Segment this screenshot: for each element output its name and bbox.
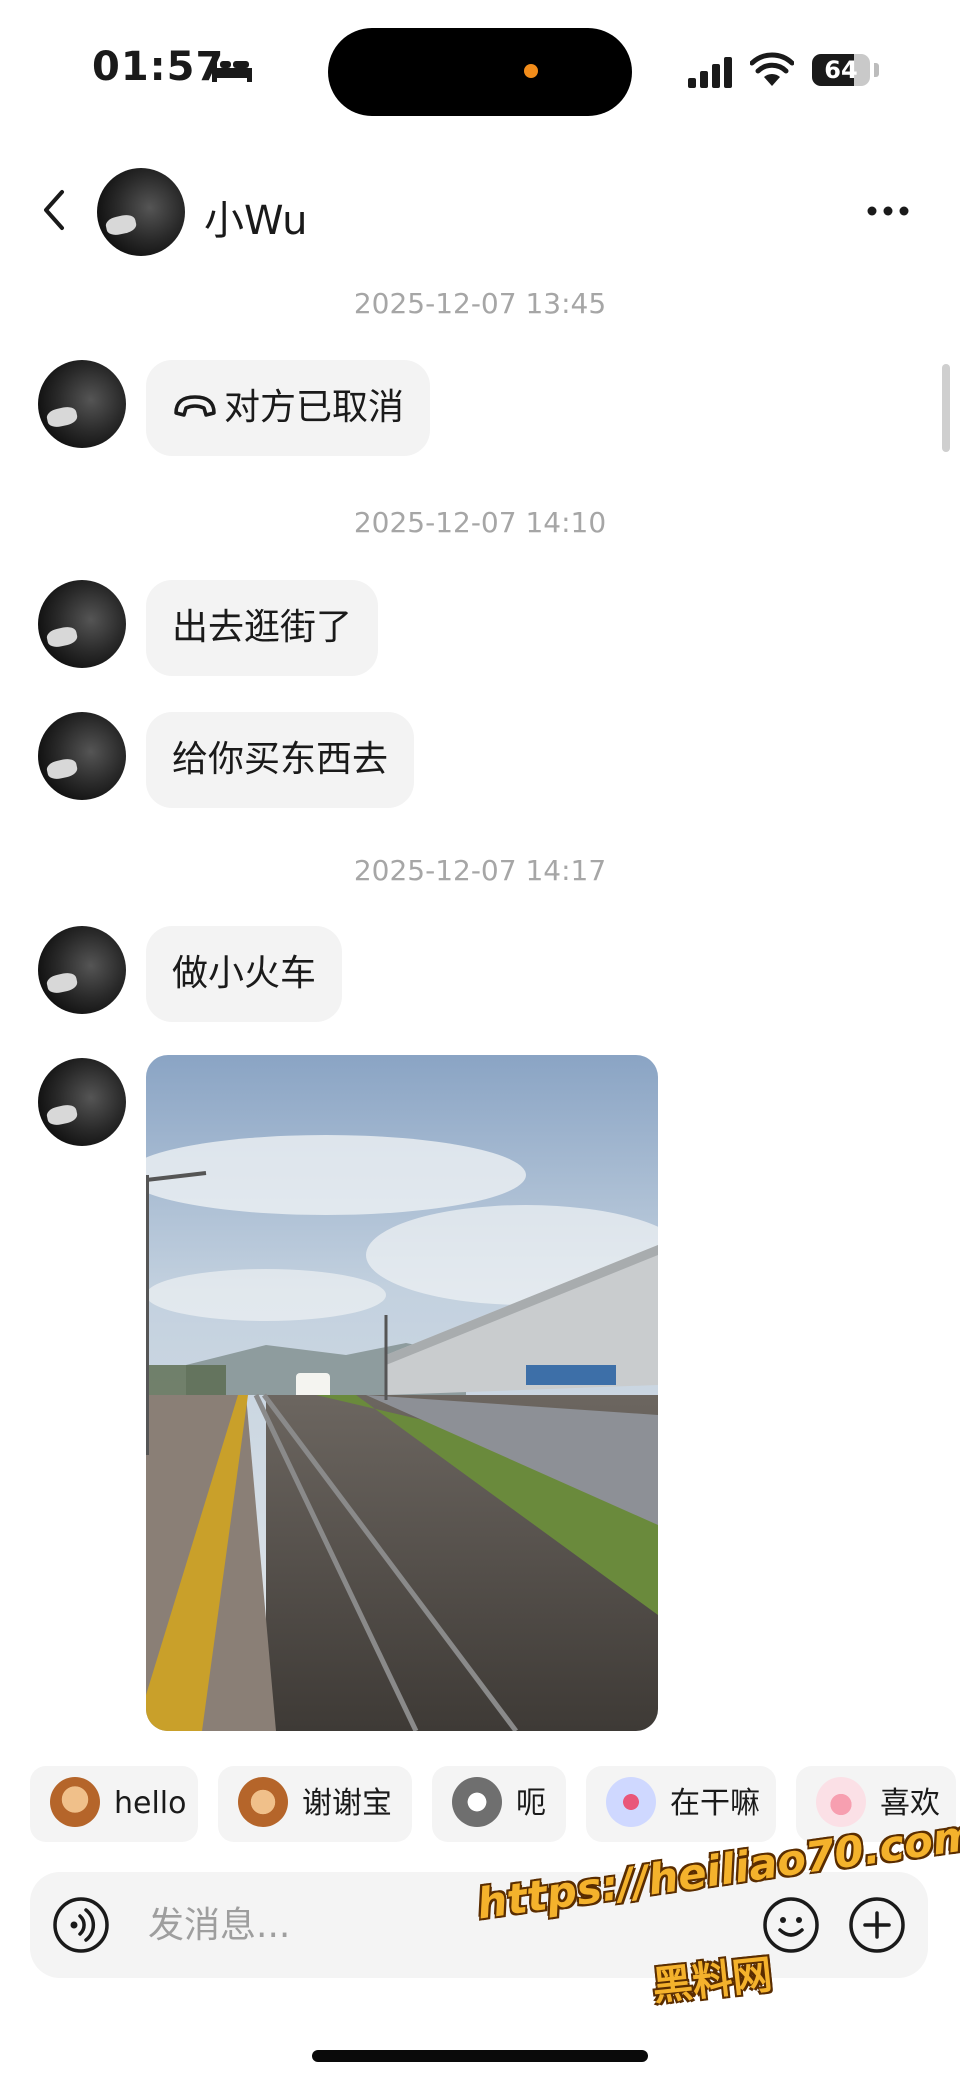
contact-name[interactable]: 小Wu — [204, 188, 307, 246]
plus-icon[interactable] — [848, 1896, 906, 1954]
scrollbar[interactable] — [942, 364, 950, 452]
quick-reply-uh[interactable]: 呃 — [432, 1766, 566, 1842]
quick-reply-hello[interactable]: hello — [30, 1766, 198, 1842]
status-time: 01:57 — [92, 44, 225, 90]
bed-icon — [212, 56, 252, 82]
battery-level: 64 — [824, 56, 858, 84]
home-indicator[interactable] — [312, 2050, 648, 2062]
message-bubble[interactable]: 做小火车 — [146, 926, 343, 1022]
voice-icon[interactable] — [52, 1896, 110, 1954]
timestamp: 2025-12-07 14:17 — [353, 854, 607, 887]
more-icon[interactable] — [866, 204, 910, 218]
recording-indicator — [524, 64, 538, 78]
message-avatar[interactable] — [38, 926, 126, 1014]
quick-reply-what-doing[interactable]: 在干嘛 — [586, 1766, 776, 1842]
monkey-flower-sticker-icon — [238, 1776, 288, 1827]
photo-message-railway[interactable] — [146, 1055, 658, 1731]
watermark-name: 黑料网 — [650, 1951, 775, 2011]
monkey-sticker-icon — [50, 1776, 100, 1827]
contact-avatar[interactable] — [97, 168, 185, 256]
quick-reply-thanks[interactable]: 谢谢宝 — [218, 1766, 412, 1842]
message-text: 做小火车 — [172, 953, 317, 994]
message-avatar[interactable] — [38, 1058, 126, 1146]
message-avatar[interactable] — [38, 360, 126, 448]
message-bubble[interactable]: 给你买东西去 — [146, 712, 415, 808]
message-text: 出去逛街了 — [172, 607, 353, 648]
signal-icon — [688, 57, 732, 88]
message-text: 对方已取消 — [224, 387, 405, 428]
dynamic-island — [328, 28, 632, 116]
timestamp: 2025-12-07 14:10 — [353, 506, 607, 539]
phone-icon — [174, 395, 216, 417]
message-avatar[interactable] — [38, 580, 126, 668]
message-avatar[interactable] — [38, 712, 126, 800]
message-bubble-call[interactable]: 对方已取消 — [146, 360, 431, 456]
message-text: 给你买东西去 — [172, 739, 389, 780]
message-bubble[interactable]: 出去逛街了 — [146, 580, 379, 676]
wifi-icon — [750, 52, 794, 86]
cat-sticker-icon — [452, 1776, 502, 1827]
timestamp: 2025-12-07 13:45 — [353, 287, 607, 320]
emoji-icon[interactable] — [762, 1896, 820, 1954]
back-icon[interactable] — [36, 186, 72, 234]
pig-sticker-icon — [816, 1776, 866, 1827]
bubble-sticker-icon — [606, 1776, 656, 1827]
battery-cap — [874, 63, 879, 77]
